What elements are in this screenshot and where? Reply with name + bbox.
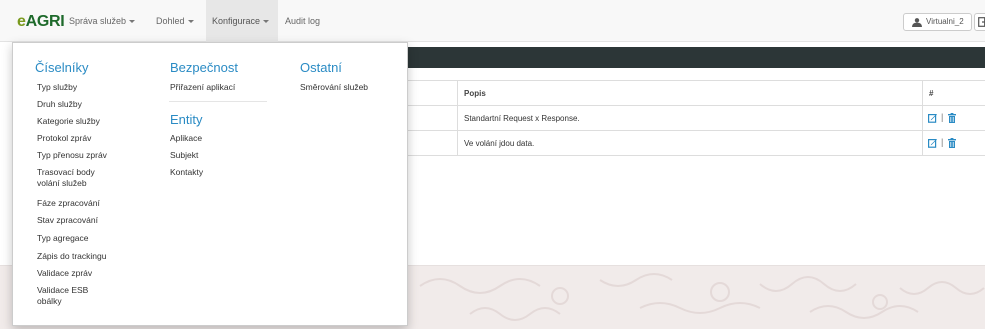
menu-heading-entity: Entity [170, 112, 203, 127]
menu-item-protokol-zprav[interactable]: Protokol zpráv [37, 133, 91, 144]
table-row[interactable]: Ve volání jdou data. | [405, 131, 985, 156]
chevron-down-icon [187, 20, 194, 24]
menu-item-typ-sluzby[interactable]: Typ služby [37, 82, 77, 93]
table-cell-first [405, 131, 457, 156]
row-actions: | [922, 112, 985, 125]
menu-item-subjekt[interactable]: Subjekt [170, 150, 198, 161]
nav-audit-log[interactable]: Audit log [281, 0, 324, 42]
menu-item-aplikace[interactable]: Aplikace [170, 133, 202, 144]
brand-name: AGRI [25, 13, 65, 30]
brand-prefix: e [17, 13, 26, 30]
action-separator: | [941, 137, 944, 147]
menu-item-validace-esb-line2: obálky [37, 296, 62, 306]
menu-item-validace-esb-obalky[interactable]: Validace ESB obálky [37, 285, 88, 307]
chevron-down-icon [129, 20, 136, 24]
logout-icon [978, 17, 985, 27]
nav-audit-log-label: Audit log [285, 16, 321, 26]
menu-item-kontakty[interactable]: Kontakty [170, 167, 203, 178]
action-separator: | [941, 112, 944, 122]
top-navbar: eAGRI Správa služeb Dohled Konfigurace A… [0, 0, 985, 42]
nav-sprava-sluzeb-label: Správa služeb [69, 16, 127, 26]
page-header-bar [405, 47, 985, 68]
user-name: Virtualni_2 [926, 17, 964, 26]
menu-item-stav-zpracovani[interactable]: Stav zpracování [37, 215, 98, 226]
konfigurace-dropdown-menu: Číselníky Typ služby Druh služby Kategor… [12, 42, 408, 326]
table-row[interactable]: Standartní Request x Response. | [405, 106, 985, 131]
logout-button[interactable] [974, 13, 985, 31]
user-icon [912, 18, 922, 27]
brand-logo[interactable]: eAGRI [17, 13, 65, 31]
menu-item-faze-zpracovani[interactable]: Fáze zpracování [37, 198, 100, 209]
table-cell-popis: Standartní Request x Response. [457, 106, 922, 131]
table-header-row: Popis # [405, 81, 985, 106]
menu-heading-ostatni: Ostatní [300, 60, 342, 75]
nav-konfigurace[interactable]: Konfigurace [206, 0, 278, 42]
table-cell-first [405, 106, 457, 131]
nav-sprava-sluzeb[interactable]: Správa služeb [64, 0, 140, 42]
menu-item-validace-esb-line1: Validace ESB [37, 285, 89, 295]
edit-icon[interactable] [928, 138, 937, 148]
menu-item-trasovaci-body-line2: volání služeb [37, 178, 87, 188]
menu-item-druh-sluzby[interactable]: Druh služby [37, 99, 82, 110]
menu-item-trasovaci-body-line1: Trasovací body [37, 167, 95, 177]
nav-konfigurace-label: Konfigurace [212, 16, 261, 26]
menu-heading-ciselniky: Číselníky [35, 60, 89, 75]
menu-item-typ-agregace[interactable]: Typ agregace [37, 233, 89, 244]
data-table: Popis # Standartní Request x Response. |… [405, 80, 985, 156]
column-header-popis[interactable]: Popis [457, 81, 922, 106]
menu-item-smerovani-sluzeb[interactable]: Směrování služeb [300, 82, 368, 93]
menu-item-kategorie-sluzby[interactable]: Kategorie služby [37, 116, 100, 127]
trash-icon[interactable] [948, 113, 956, 123]
user-button[interactable]: Virtualni_2 [903, 13, 972, 31]
nav-dohled-label: Dohled [156, 16, 185, 26]
table-cell-popis: Ve volání jdou data. [457, 131, 922, 156]
menu-divider [169, 101, 267, 102]
menu-item-zapis-do-trackingu[interactable]: Zápis do trackingu [37, 251, 106, 262]
edit-icon[interactable] [928, 113, 937, 123]
column-header-first [405, 81, 457, 106]
trash-icon[interactable] [948, 138, 956, 148]
nav-dohled[interactable]: Dohled [151, 0, 199, 42]
row-actions: | [922, 137, 985, 150]
menu-item-typ-prenosu-zprav[interactable]: Typ přenosu zpráv [37, 150, 107, 161]
chevron-down-icon [263, 20, 270, 24]
menu-heading-bezpecnost: Bezpečnost [170, 60, 238, 75]
column-header-actions: # [922, 81, 985, 106]
menu-item-validace-zprav[interactable]: Validace zpráv [37, 268, 92, 279]
menu-item-prirazeni-aplikaci[interactable]: Přiřazení aplikací [170, 82, 235, 93]
menu-item-trasovaci-body[interactable]: Trasovací body volání služeb [37, 167, 95, 189]
